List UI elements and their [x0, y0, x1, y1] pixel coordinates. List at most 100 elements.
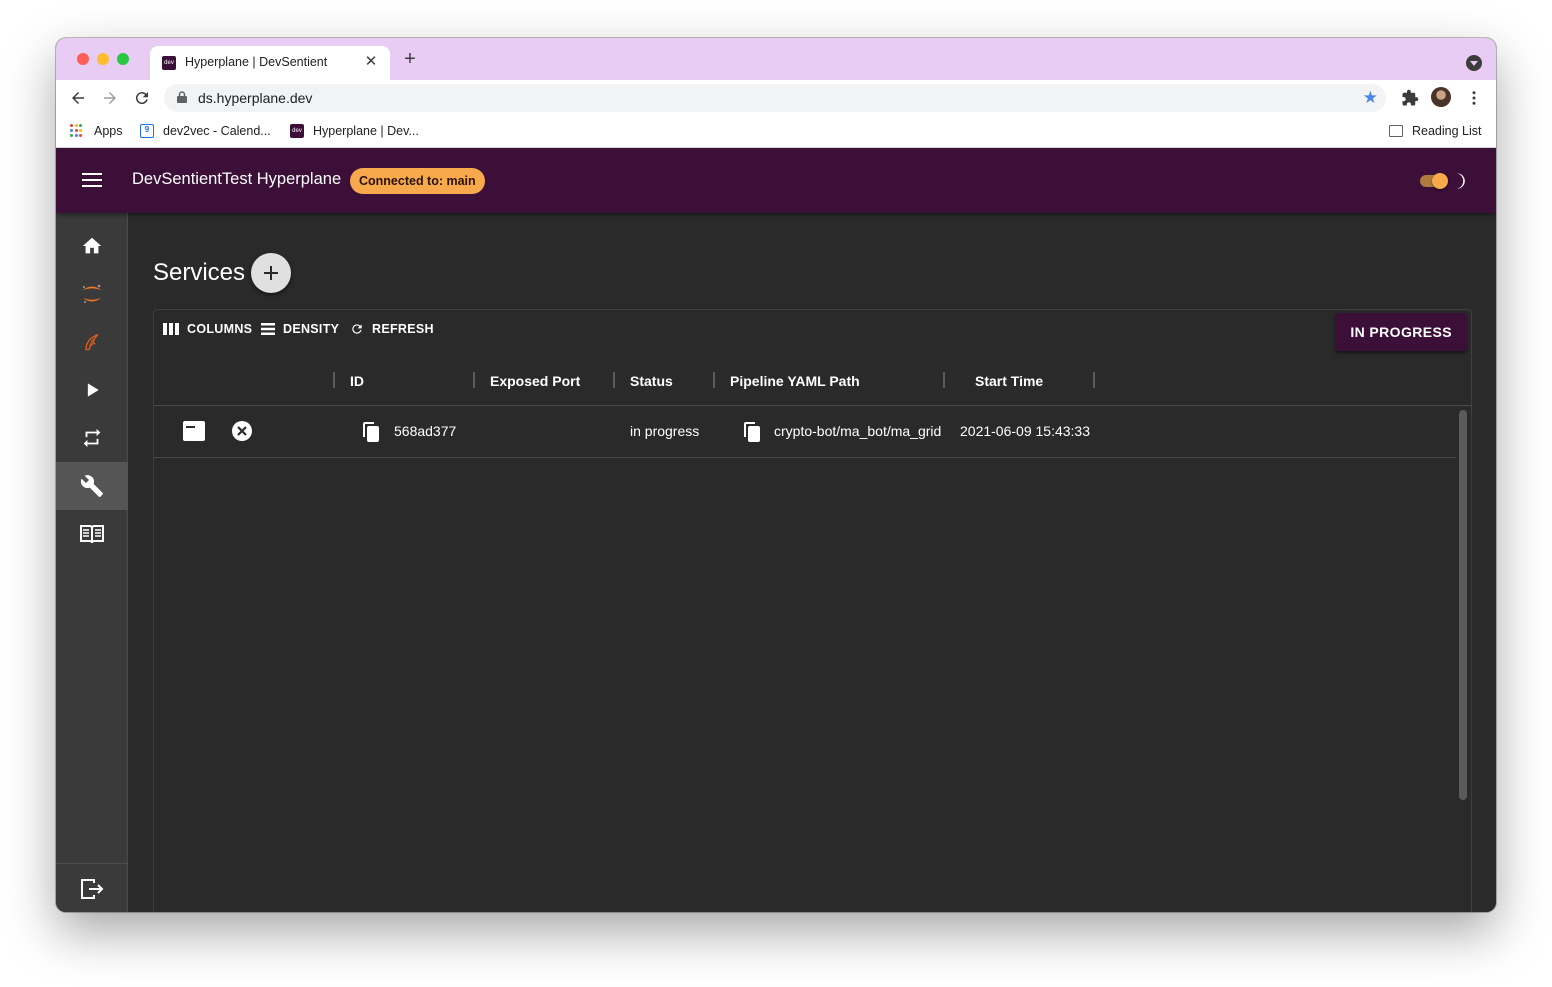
- column-separator[interactable]: [713, 372, 715, 388]
- sidebar-nav: [56, 213, 128, 912]
- sidebar-item-docs[interactable]: [56, 510, 128, 558]
- column-header-exposed-port[interactable]: Exposed Port: [490, 373, 580, 389]
- in-progress-filter-button[interactable]: IN PROGRESS: [1335, 313, 1467, 351]
- close-tab-icon[interactable]: ✕: [362, 53, 380, 71]
- density-icon: [261, 323, 275, 335]
- open-terminal-button[interactable]: [182, 420, 206, 442]
- hyperplane-favicon-icon: dev: [162, 56, 176, 70]
- stop-service-button[interactable]: [231, 420, 253, 442]
- density-button[interactable]: DENSITY: [261, 322, 339, 336]
- hyperplane-favicon-icon: dev: [290, 124, 304, 138]
- column-separator[interactable]: [613, 372, 615, 388]
- column-separator[interactable]: [943, 372, 945, 388]
- grid-toolbar: COLUMNS DENSITY REFRESH IN PROGRESS: [154, 310, 1471, 351]
- sidebar-item-run[interactable]: [56, 366, 128, 414]
- minimize-window-button[interactable]: [97, 53, 109, 65]
- browser-toolbar: ds.hyperplane.dev ★: [56, 80, 1496, 116]
- column-separator[interactable]: [333, 372, 335, 388]
- close-window-button[interactable]: [77, 53, 89, 65]
- bookmark-star-icon[interactable]: ★: [1363, 88, 1378, 108]
- plus-icon: [264, 266, 278, 280]
- columns-icon: [163, 323, 179, 335]
- extensions-puzzle-icon[interactable]: [1398, 86, 1422, 110]
- sidebar-divider: [56, 863, 128, 864]
- tab-search-icon[interactable]: [1466, 55, 1482, 71]
- home-icon: [82, 237, 102, 254]
- spark-icon: [85, 333, 99, 351]
- browser-window: dev Hyperplane | DevSentient ✕ + ds.hype…: [56, 38, 1496, 912]
- cell-status: in progress: [630, 423, 700, 439]
- columns-button[interactable]: COLUMNS: [163, 322, 252, 336]
- browser-menu-icon[interactable]: [1462, 86, 1486, 110]
- connection-status-badge: Connected to: main: [350, 168, 485, 194]
- reload-icon[interactable]: [130, 86, 154, 110]
- profile-avatar[interactable]: [1431, 87, 1451, 107]
- repeat-icon: [83, 428, 101, 448]
- refresh-button[interactable]: REFRESH: [350, 322, 434, 336]
- refresh-label: REFRESH: [372, 322, 434, 336]
- bookmark-label: Hyperplane | Dev...: [313, 124, 419, 138]
- page-title: Services: [153, 259, 246, 286]
- calendar-icon: 9: [140, 124, 154, 138]
- bookmarks-bar: Apps 9 dev2vec - Calend... dev Hyperplan…: [56, 116, 1496, 148]
- column-header-status[interactable]: Status: [630, 373, 673, 389]
- logout-icon: [81, 879, 104, 899]
- hyperplane-app: DevSentientTest Hyperplane Connected to:…: [56, 148, 1496, 912]
- sidebar-item-spark[interactable]: [56, 318, 128, 366]
- url-text: ds.hyperplane.dev: [198, 90, 313, 106]
- density-label: DENSITY: [283, 322, 340, 336]
- table-row[interactable]: 568ad377 in progress crypto-bot/ma_bot/m…: [154, 406, 1456, 458]
- terminal-window-icon: [183, 421, 205, 441]
- column-header-id[interactable]: ID: [350, 373, 364, 389]
- columns-label: COLUMNS: [187, 322, 253, 336]
- wrench-icon: [80, 475, 103, 497]
- column-separator[interactable]: [1093, 372, 1095, 388]
- sidebar-item-home[interactable]: [56, 222, 128, 270]
- sidebar-item-jupyter[interactable]: [56, 270, 128, 318]
- moon-icon: [1457, 173, 1466, 189]
- cell-start-time: 2021-06-09 15:43:33: [960, 423, 1090, 439]
- menu-icon[interactable]: [82, 173, 102, 187]
- column-separator[interactable]: [473, 372, 475, 388]
- tab-title: Hyperplane | DevSentient: [185, 55, 328, 69]
- copy-id-button[interactable]: [362, 421, 380, 443]
- copy-icon: [744, 422, 760, 442]
- reading-list-icon: [1389, 125, 1403, 137]
- reading-list-button[interactable]: Reading List: [1389, 124, 1482, 138]
- grid-scrollbar[interactable]: [1459, 410, 1467, 800]
- main-content: Services COLUMNS DENSITY REFRESH IN PROG…: [129, 213, 1496, 912]
- sidebar-item-services[interactable]: [56, 462, 128, 510]
- sidebar-item-logout[interactable]: [56, 865, 128, 912]
- column-header-pipeline-yaml-path[interactable]: Pipeline YAML Path: [730, 373, 860, 389]
- theme-toggle-thumb[interactable]: [1432, 173, 1448, 189]
- add-service-button[interactable]: [251, 253, 291, 293]
- bookmark-apps[interactable]: Apps: [70, 124, 123, 138]
- browser-tab[interactable]: dev Hyperplane | DevSentient ✕: [150, 46, 390, 80]
- refresh-icon: [352, 324, 362, 334]
- bookmark-label: dev2vec - Calend...: [163, 124, 271, 138]
- forward-icon[interactable]: [98, 86, 122, 110]
- bookmark-label: Apps: [94, 124, 123, 138]
- copy-icon: [363, 422, 379, 442]
- tab-strip: dev Hyperplane | DevSentient ✕ +: [56, 38, 1496, 80]
- app-bar: DevSentientTest Hyperplane Connected to:…: [56, 148, 1496, 213]
- cell-pipeline-yaml-path: crypto-bot/ma_bot/ma_grid: [774, 423, 942, 439]
- cancel-circle-icon: [232, 421, 252, 441]
- lock-icon: [177, 91, 187, 103]
- play-icon: [87, 383, 99, 397]
- new-tab-icon[interactable]: +: [400, 49, 420, 70]
- address-bar[interactable]: ds.hyperplane.dev ★: [164, 84, 1386, 112]
- copy-path-button[interactable]: [743, 421, 761, 443]
- zoom-window-button[interactable]: [117, 53, 129, 65]
- cell-id: 568ad377: [394, 423, 457, 439]
- jupyter-icon: [83, 284, 101, 303]
- apps-grid-icon: [70, 124, 84, 138]
- reading-list-label: Reading List: [1412, 124, 1482, 138]
- sidebar-item-pipelines[interactable]: [56, 414, 128, 462]
- services-data-grid: COLUMNS DENSITY REFRESH IN PROGRESS ID E…: [153, 309, 1472, 912]
- book-icon: [80, 525, 104, 544]
- column-header-start-time[interactable]: Start Time: [975, 373, 1043, 389]
- back-icon[interactable]: [66, 86, 90, 110]
- bookmark-hyperplane[interactable]: dev Hyperplane | Dev...: [290, 124, 419, 138]
- bookmark-calendar[interactable]: 9 dev2vec - Calend...: [140, 124, 271, 138]
